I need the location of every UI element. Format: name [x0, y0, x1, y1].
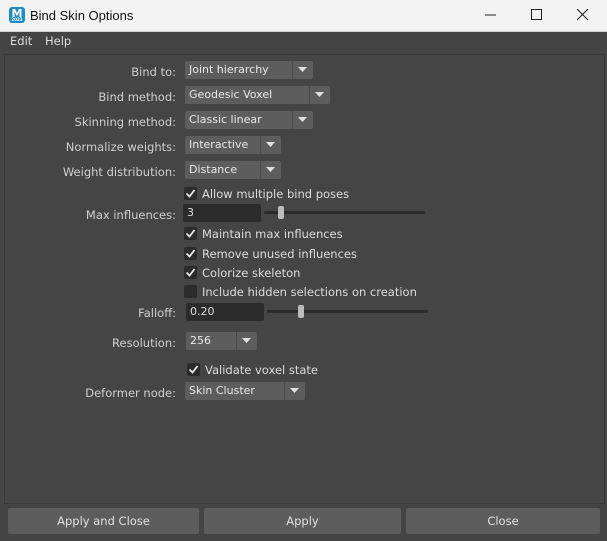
bind-skin-options-window: M 2023 Bind Skin Options Edit Help Bind … — [0, 0, 607, 541]
checkmark-icon — [185, 189, 196, 198]
dropdown-separator — [309, 86, 310, 104]
dropdown-separator — [260, 136, 261, 154]
minimize-button[interactable] — [468, 0, 514, 31]
apply-and-close-button[interactable]: Apply and Close — [8, 508, 199, 534]
dropdown-separator — [284, 382, 285, 400]
maintain-max-influences-label: Maintain max influences — [202, 227, 343, 241]
options-panel: Bind to: Joint hierarchy Bind method: Ge… — [4, 54, 605, 504]
bind-to-value: Joint hierarchy — [189, 63, 269, 76]
checkmark-icon — [188, 365, 199, 374]
validate-voxel-state-label: Validate voxel state — [205, 363, 318, 377]
dropdown-separator — [292, 111, 293, 129]
menu-help[interactable]: Help — [45, 34, 71, 48]
colorize-skeleton-label: Colorize skeleton — [202, 266, 301, 280]
resolution-dropdown[interactable]: 256 — [186, 332, 257, 350]
skinning-method-dropdown[interactable]: Classic linear — [185, 111, 313, 129]
close-icon — [577, 9, 589, 21]
bind-method-value: Geodesic Voxel — [189, 88, 273, 101]
chevron-down-icon — [290, 388, 299, 393]
max-influences-label: Max influences: — [85, 208, 176, 222]
apply-button[interactable]: Apply — [204, 508, 401, 534]
falloff-label: Falloff: — [138, 306, 176, 320]
falloff-slider[interactable] — [267, 305, 428, 318]
deformer-node-label: Deformer node: — [85, 386, 176, 400]
weight-distribution-value: Distance — [189, 163, 238, 176]
app-icon-version: 2023 — [11, 17, 23, 22]
chevron-down-icon — [298, 117, 307, 122]
slider-track — [267, 310, 428, 313]
checkbox-box[interactable] — [184, 187, 197, 200]
weight-distribution-label: Weight distribution: — [62, 165, 176, 179]
chevron-down-icon — [266, 142, 275, 147]
dropdown-separator — [260, 161, 261, 179]
bind-to-label: Bind to: — [131, 65, 176, 79]
menu-edit[interactable]: Edit — [10, 34, 32, 48]
normalize-weights-label: Normalize weights: — [65, 140, 176, 154]
remove-unused-influences-checkbox[interactable]: Remove unused influences — [184, 247, 384, 261]
checkbox-box[interactable] — [184, 227, 197, 240]
normalize-weights-dropdown[interactable]: Interactive — [185, 136, 281, 154]
chevron-down-icon — [266, 167, 275, 172]
include-hidden-selections-checkbox[interactable]: Include hidden selections on creation — [184, 285, 424, 299]
maximize-icon — [531, 9, 542, 20]
maya-app-icon: M 2023 — [9, 7, 25, 23]
checkbox-box[interactable] — [184, 285, 197, 298]
checkmark-icon — [185, 268, 196, 277]
maintain-max-influences-checkbox[interactable]: Maintain max influences — [184, 227, 384, 241]
deformer-node-dropdown[interactable]: Skin Cluster — [185, 382, 305, 400]
max-influences-slider[interactable] — [264, 206, 425, 219]
resolution-label: Resolution: — [112, 336, 176, 350]
checkbox-box[interactable] — [187, 363, 200, 376]
validate-voxel-state-checkbox[interactable]: Validate voxel state — [187, 363, 387, 377]
dropdown-separator — [292, 61, 293, 79]
checkbox-box[interactable] — [184, 247, 197, 260]
maximize-button[interactable] — [514, 0, 560, 31]
chevron-down-icon — [298, 67, 307, 72]
slider-thumb[interactable] — [298, 305, 304, 318]
window-title: Bind Skin Options — [30, 8, 134, 23]
resolution-value: 256 — [190, 334, 211, 347]
slider-thumb[interactable] — [278, 206, 284, 219]
dropdown-separator — [236, 332, 237, 350]
slider-track — [264, 211, 425, 214]
allow-multiple-bind-poses-checkbox[interactable]: Allow multiple bind poses — [184, 187, 384, 201]
bind-method-dropdown[interactable]: Geodesic Voxel — [185, 86, 330, 104]
falloff-field[interactable]: 0.20 — [186, 303, 264, 321]
close-window-button[interactable] — [560, 0, 606, 31]
allow-multiple-bind-poses-label: Allow multiple bind poses — [202, 187, 350, 201]
title-bar[interactable]: M 2023 Bind Skin Options — [0, 0, 607, 32]
deformer-node-value: Skin Cluster — [189, 384, 255, 397]
checkmark-icon — [185, 249, 196, 258]
max-influences-value: 3 — [187, 206, 194, 219]
bind-method-label: Bind method: — [98, 90, 176, 104]
include-hidden-selections-label: Include hidden selections on creation — [202, 285, 417, 299]
max-influences-field[interactable]: 3 — [183, 204, 261, 222]
weight-distribution-dropdown[interactable]: Distance — [185, 161, 281, 179]
skinning-method-value: Classic linear — [189, 113, 262, 126]
close-button[interactable]: Close — [406, 508, 600, 534]
minimize-icon — [485, 14, 496, 16]
checkmark-icon — [185, 229, 196, 238]
menu-bar: Edit Help — [0, 32, 607, 52]
remove-unused-influences-label: Remove unused influences — [202, 247, 357, 261]
bind-to-dropdown[interactable]: Joint hierarchy — [185, 61, 313, 79]
normalize-weights-value: Interactive — [189, 138, 249, 151]
checkbox-box[interactable] — [184, 266, 197, 279]
action-bar: Apply and Close Apply Close — [0, 504, 607, 541]
falloff-value: 0.20 — [190, 305, 215, 318]
chevron-down-icon — [315, 92, 324, 97]
chevron-down-icon — [242, 338, 251, 343]
skinning-method-label: Skinning method: — [74, 115, 176, 129]
colorize-skeleton-checkbox[interactable]: Colorize skeleton — [184, 266, 384, 280]
